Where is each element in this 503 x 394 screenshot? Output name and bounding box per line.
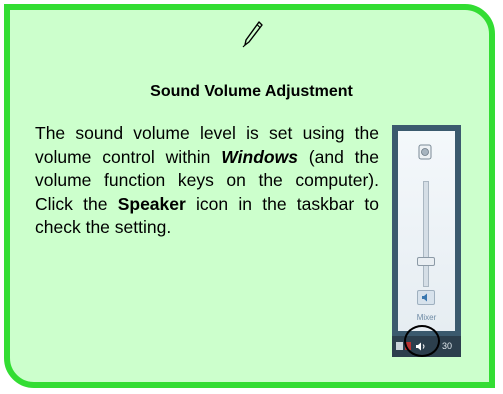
taskbar-clock: 30 [442,341,453,351]
note-body: The sound volume level is set using the … [35,122,379,240]
note-title: Sound Volume Adjustment [150,83,353,100]
network-tray-icon[interactable] [396,342,403,350]
pen-icon [242,21,263,48]
mixer-link[interactable]: Mixer [398,313,455,322]
speaker-emphasis: Speaker [117,193,186,214]
windows-emphasis: Windows [221,146,298,167]
mute-button[interactable] [417,290,435,305]
volume-slider-track[interactable] [423,181,429,287]
volume-mixer-panel: Mixer [398,131,455,331]
volume-control-screenshot: Mixer 30 [392,125,461,357]
speaker-small-icon [422,293,427,302]
speaker-icon [418,144,432,160]
volume-slider-thumb[interactable] [417,257,435,266]
speaker-highlight-circle [404,325,440,357]
